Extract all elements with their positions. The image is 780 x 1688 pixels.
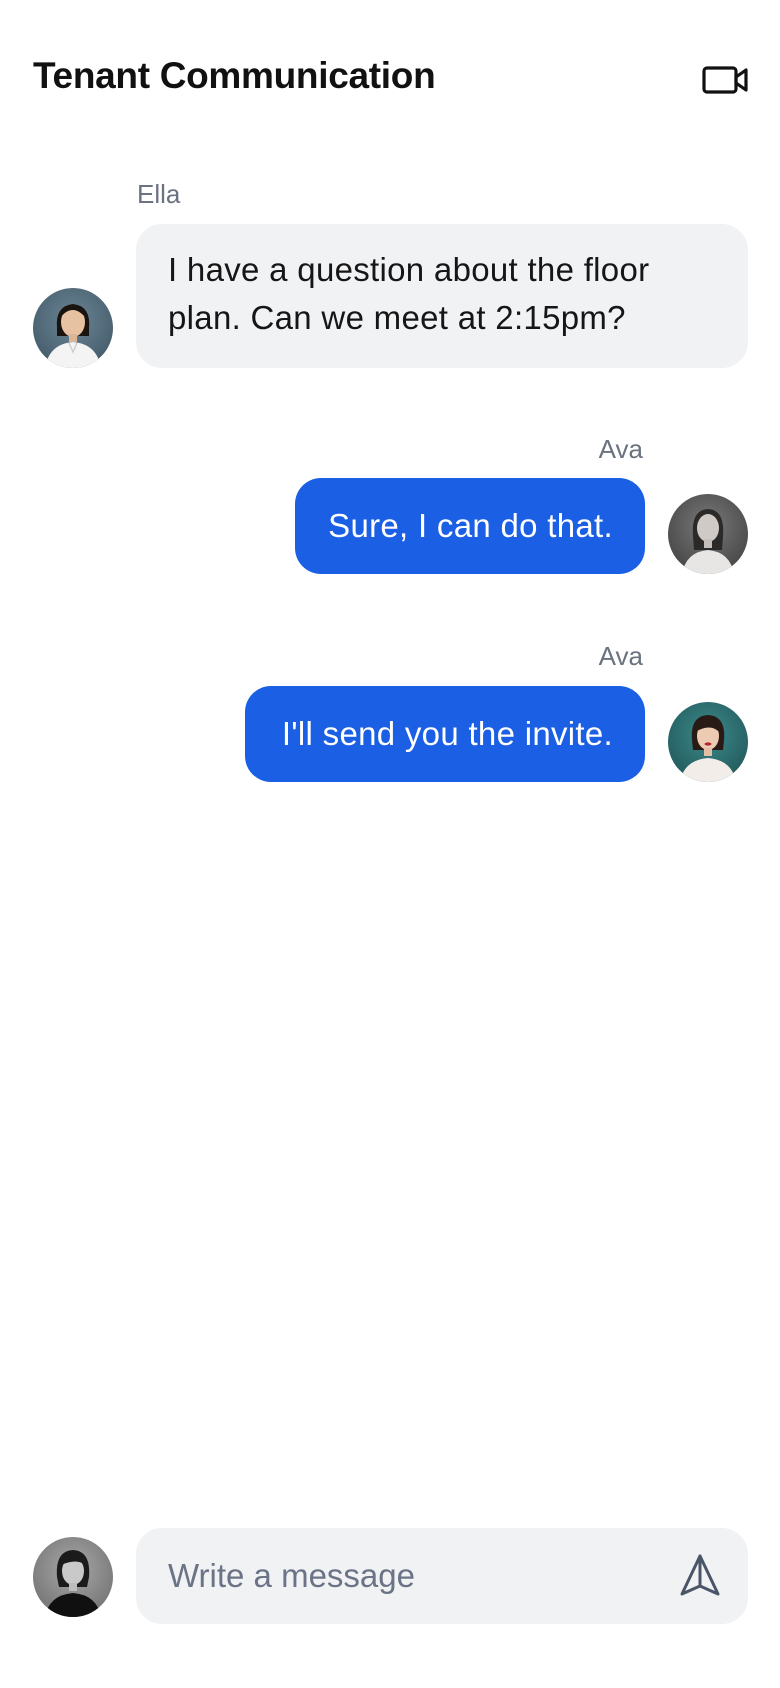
message-sender: Ella <box>137 179 181 209</box>
message-bubble: I have a question about the floor plan. … <box>136 224 748 368</box>
avatar-ava[interactable] <box>668 494 748 574</box>
message-sender: Ava <box>598 434 643 464</box>
message-input[interactable] <box>168 1528 638 1624</box>
message-bubble: I'll send you the invite. <box>245 686 645 782</box>
message-text: I have a question about the floor plan. … <box>168 251 650 336</box>
message-sender: Ava <box>598 641 643 671</box>
message-bubble: Sure, I can do that. <box>295 478 645 574</box>
message-text: I'll send you the invite. <box>281 715 613 752</box>
avatar-ava-alt[interactable] <box>668 702 748 782</box>
message-composer <box>136 1528 748 1624</box>
send-icon <box>680 1554 720 1596</box>
send-button[interactable] <box>674 1550 726 1602</box>
message-text: Sure, I can do that. <box>328 507 613 544</box>
page-title: Tenant Communication <box>33 55 436 96</box>
video-camera-icon <box>702 66 748 94</box>
chat-header: Tenant Communication <box>0 0 780 150</box>
avatar-current-user[interactable] <box>33 1537 113 1617</box>
avatar-ella[interactable] <box>33 288 113 368</box>
video-call-button[interactable] <box>700 60 750 100</box>
